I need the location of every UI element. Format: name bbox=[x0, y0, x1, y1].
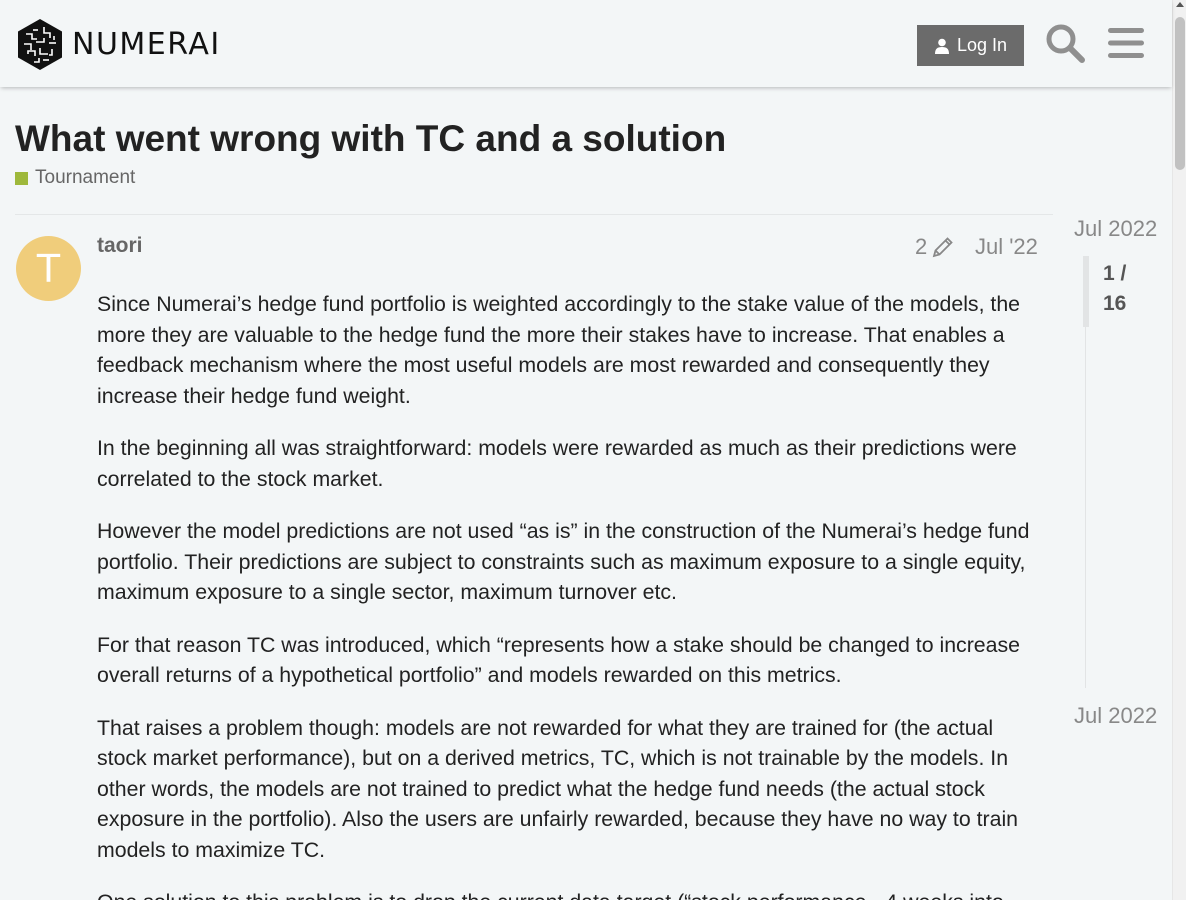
post-paragraph: However the model predictions are not us… bbox=[97, 519, 1030, 604]
scroll-up-arrow-icon[interactable] bbox=[1176, 2, 1184, 7]
timeline-end-date[interactable]: Jul 2022 bbox=[1074, 703, 1157, 729]
timeline-total: 16 bbox=[1103, 292, 1127, 315]
post-date[interactable]: Jul '22 bbox=[975, 234, 1038, 260]
post-paragraph: In the beginning all was straightforward… bbox=[97, 436, 1017, 491]
log-in-button[interactable]: Log In bbox=[917, 25, 1024, 66]
page-scrollbar[interactable] bbox=[1172, 0, 1186, 900]
numerai-logo-icon bbox=[18, 19, 62, 70]
pencil-icon bbox=[932, 237, 954, 258]
scrollbar-thumb[interactable] bbox=[1175, 17, 1185, 170]
site-header: NUMERAI Log In bbox=[0, 0, 1172, 87]
user-icon bbox=[934, 38, 949, 54]
avatar[interactable]: T bbox=[16, 236, 81, 301]
post-paragraph: Since Numerai’s hedge fund portfolio is … bbox=[97, 292, 1021, 408]
category-badge[interactable]: Tournament bbox=[15, 167, 135, 189]
hamburger-icon bbox=[1108, 28, 1144, 58]
topic-divider bbox=[15, 214, 1053, 215]
log-in-label: Log In bbox=[956, 35, 1008, 55]
numerai-logo[interactable]: NUMERAI bbox=[16, 18, 221, 71]
edit-count: 2 bbox=[915, 234, 928, 259]
post-paragraph: For that reason TC was introduced, which… bbox=[97, 632, 1020, 688]
search-button[interactable] bbox=[1044, 22, 1086, 64]
timeline-start-date[interactable]: Jul 2022 bbox=[1074, 216, 1157, 242]
hamburger-menu-button[interactable] bbox=[1106, 22, 1146, 64]
logo-wordmark: NUMERAI bbox=[72, 27, 221, 62]
timeline-handle[interactable] bbox=[1083, 256, 1089, 327]
category-name: Tournament bbox=[35, 167, 136, 188]
category-color-swatch bbox=[15, 171, 28, 185]
avatar-letter: T bbox=[36, 246, 61, 291]
post-body: Since Numerai’s hedge fund portfolio is … bbox=[97, 289, 1042, 900]
search-icon bbox=[1046, 24, 1085, 63]
post-username[interactable]: taori bbox=[97, 234, 143, 258]
post-edit-history[interactable]: 2 bbox=[915, 234, 955, 260]
post-paragraph: That raises a problem though: models are… bbox=[97, 715, 1019, 862]
topic-title[interactable]: What went wrong with TC and a solution bbox=[15, 118, 726, 160]
timeline-post-counter: 1 / 16 bbox=[1103, 259, 1126, 319]
timeline-position: 1 / bbox=[1103, 262, 1127, 285]
post-paragraph: One solution to this problem is to drop … bbox=[97, 887, 1042, 900]
